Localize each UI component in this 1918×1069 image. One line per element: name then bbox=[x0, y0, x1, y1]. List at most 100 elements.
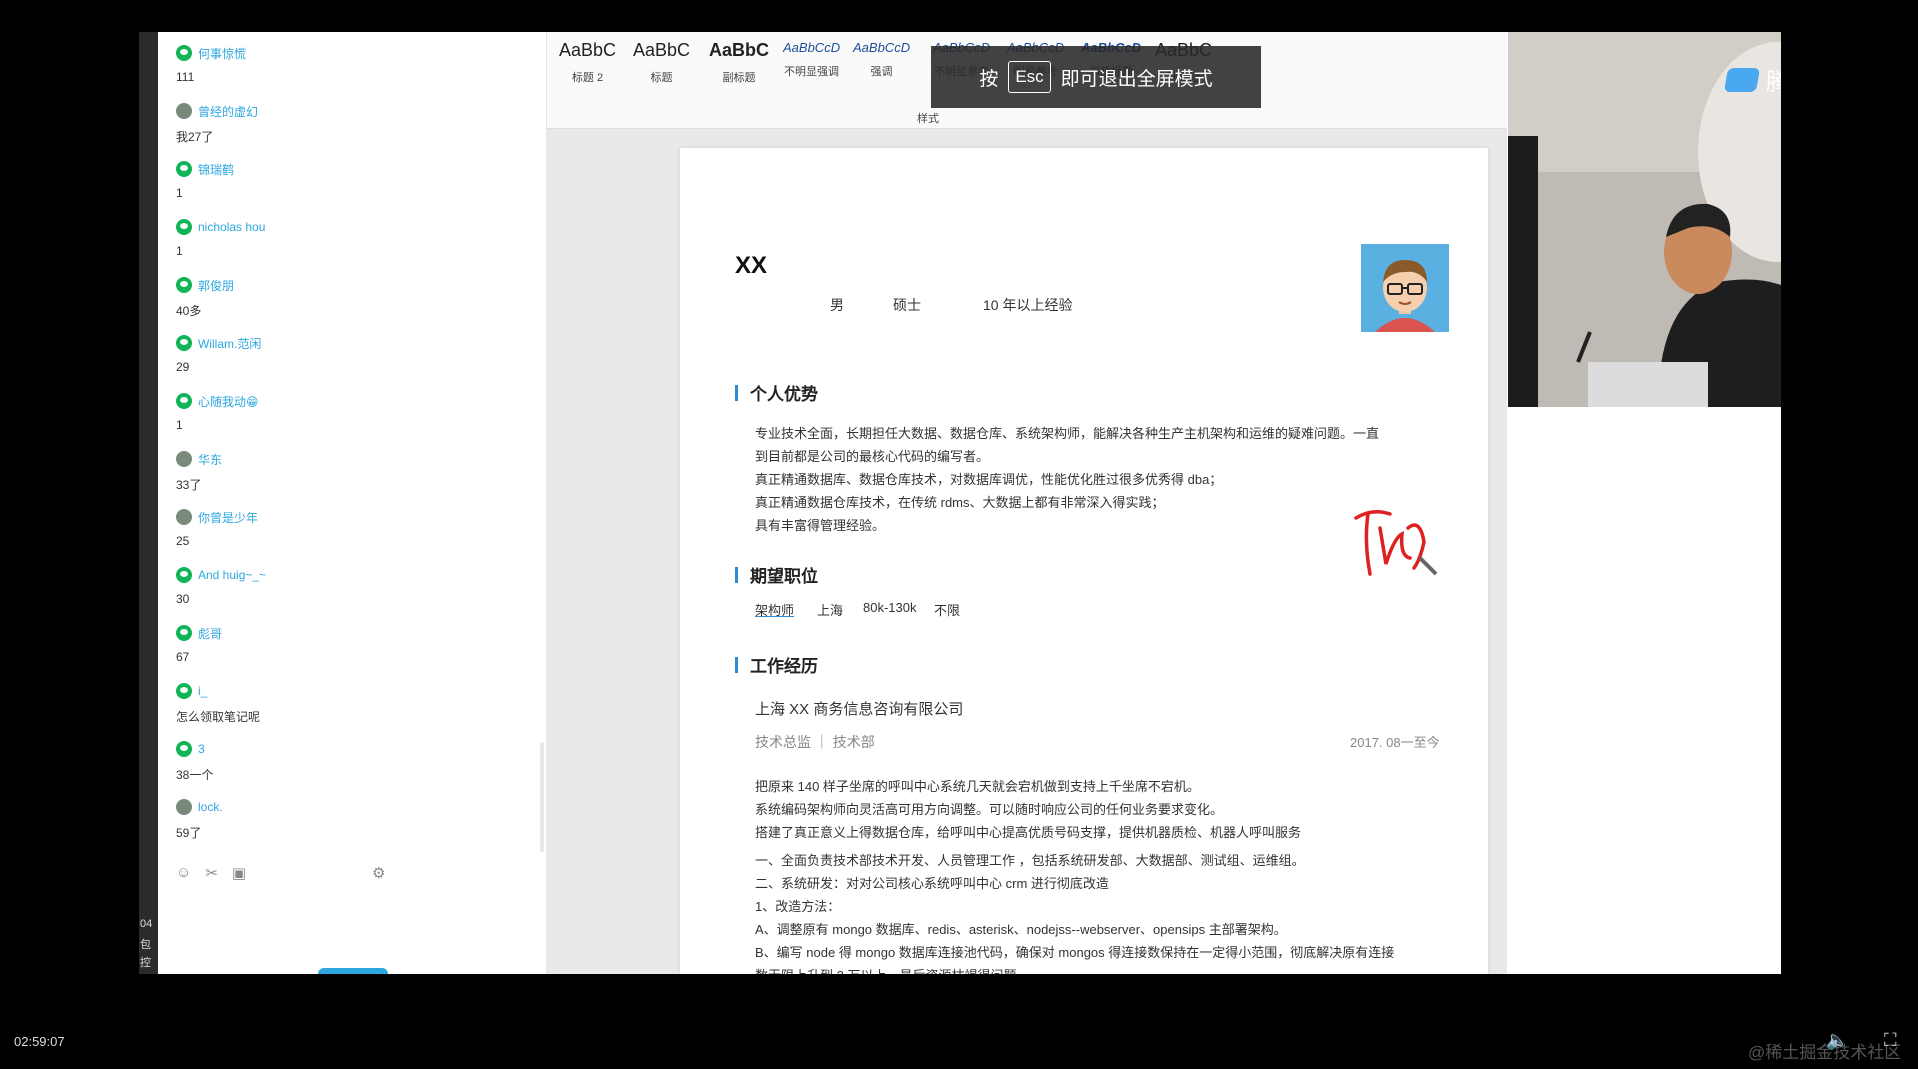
chat-nick[interactable]: 锦瑞鹤 bbox=[176, 160, 234, 178]
settings-icon[interactable]: ⚙ bbox=[372, 864, 385, 882]
advantage-line: 真正精通数据仓库技术，在传统 rdms、大数据上都有非常深入得实践； bbox=[755, 495, 1165, 510]
chat-nick-text: 华东 bbox=[198, 452, 223, 467]
work-line: 搭建了真正意义上得数据仓库，给呼叫中心提高优质号码支撑，提供机器质检、机器人呼叫… bbox=[755, 825, 1302, 840]
chat-nick[interactable]: 彪哥 bbox=[176, 624, 222, 642]
style-gallery-item[interactable]: AaBbCcD 强调 bbox=[853, 40, 910, 79]
chat-nick[interactable]: nicholas hou bbox=[176, 218, 265, 236]
tencent-classroom-icon bbox=[1723, 67, 1761, 92]
chat-nick-text: i_ bbox=[198, 684, 208, 698]
style-gallery-item[interactable]: AaBbC 副标题 bbox=[709, 40, 769, 85]
work-line: 数无限上升到 2 万以上，最后资源枯竭得问题。 bbox=[755, 965, 1029, 974]
style-sample: AaBbCcD bbox=[783, 40, 841, 55]
advantage-line: 真正精通数据库、数据仓库技术，对数据库调优，性能优化胜过很多优秀得 dba； bbox=[755, 472, 1223, 487]
chat-nick-text: 你曾是少年 bbox=[198, 510, 259, 525]
chat-text: 40多 bbox=[176, 304, 202, 318]
chat-nick[interactable]: 何事惊慌 bbox=[176, 44, 246, 62]
chat-send-button[interactable] bbox=[318, 968, 388, 974]
gender: 男 bbox=[830, 297, 844, 313]
chat-nick[interactable]: lock. bbox=[176, 798, 223, 816]
work-line: 一、全面负责技术部技术开发、人员管理工作 ，包括系统研发部、大数据部、测试组、运… bbox=[755, 853, 1305, 868]
fullscreen-exit-banner: 按 Esc 即可退出全屏模式 bbox=[931, 46, 1261, 108]
playback-time: 02:59:07 bbox=[14, 1034, 65, 1049]
document-page[interactable]: XX 男 硕士 10 年以上经验 个人优势 期望职位 架构师 上海 80k-13… bbox=[680, 148, 1488, 974]
chat-text: 怎么领取笔记呢 bbox=[176, 710, 261, 724]
chat-nick[interactable]: Willam.范闲 bbox=[176, 334, 261, 352]
chat-text: 38一个 bbox=[176, 768, 214, 782]
chat-nick[interactable]: And huig~_~ bbox=[176, 566, 266, 584]
chat-nick-text: 何事惊慌 bbox=[198, 46, 247, 61]
chat-toolbar: ☺ ✂ ▣ ⚙ bbox=[176, 864, 385, 882]
chat-message: And huig~_~ 30 bbox=[176, 566, 266, 606]
chat-nick[interactable]: 心随我动😁 bbox=[176, 392, 259, 410]
work-line: 系统编码架构师向灵活高可用方向调整。可以随时响应公司的任何业务要求变化。 bbox=[755, 802, 1224, 817]
style-gallery-item[interactable]: AaBbC 标题 bbox=[633, 40, 690, 85]
chat-nick[interactable]: 3 bbox=[176, 740, 213, 758]
work-line: 1、改造方法： bbox=[755, 899, 841, 914]
avatar-image bbox=[1361, 244, 1449, 332]
chat-nick[interactable]: i_ bbox=[176, 682, 260, 700]
style-name: 强调 bbox=[870, 66, 893, 78]
chat-nick-text: 曾经的虚幻 bbox=[198, 104, 259, 119]
word-document-window: 样式 AaBbC 标题 2 AaBbC 标题 AaBbC 副标题 AaBbCcD 不明显强调 A… bbox=[547, 32, 1507, 974]
degree: 硕士 bbox=[893, 297, 921, 313]
position-other: 不限 bbox=[934, 603, 961, 618]
screen-share-frame: 04 包 控 何事惊慌 111 曾经的虚幻 我27了 锦瑞鹤 1 nicholas hou 1… bbox=[139, 32, 1781, 974]
chat-text: 111 bbox=[176, 70, 195, 84]
user-avatar-icon bbox=[176, 161, 192, 177]
volume-icon[interactable]: 🔈 bbox=[1826, 1030, 1848, 1051]
work-line: A、调整原有 mongo 数据库、redis、asterisk、nodejss-… bbox=[755, 922, 1287, 937]
chat-nick-text: lock. bbox=[198, 800, 223, 814]
cam-logo-text: 腾讯课堂 bbox=[1766, 69, 1781, 96]
chat-text: 1 bbox=[176, 186, 183, 200]
chat-message: 3 38一个 bbox=[176, 740, 213, 783]
chat-scrollbar[interactable] bbox=[540, 742, 544, 852]
chat-nick-text: 3 bbox=[198, 742, 205, 756]
chat-nick-text: 郭俊朋 bbox=[198, 278, 235, 293]
chat-nick[interactable]: 郭俊朋 bbox=[176, 276, 234, 294]
chat-nick-text: 心随我动😁 bbox=[198, 394, 259, 409]
chat-text: 25 bbox=[176, 534, 190, 548]
chat-message: 郭俊朋 40多 bbox=[176, 276, 234, 319]
player-control-bar bbox=[0, 1015, 1918, 1069]
left-strip-text: 控 bbox=[140, 957, 151, 969]
chat-text: 30 bbox=[176, 592, 190, 606]
scissors-icon[interactable]: ✂ bbox=[205, 864, 218, 882]
cam-below-panel bbox=[1508, 407, 1781, 974]
esc-key: Esc bbox=[1008, 61, 1051, 93]
chat-text: 我27了 bbox=[176, 130, 214, 144]
chat-nick[interactable]: 你曾是少年 bbox=[176, 508, 258, 526]
tencent-classroom-logo: 腾讯课堂 bbox=[1723, 62, 1781, 97]
handwriting-annotation bbox=[1354, 510, 1438, 576]
chat-nick-text: 彪哥 bbox=[198, 626, 223, 641]
chat-nick[interactable]: 曾经的虚幻 bbox=[176, 102, 258, 120]
role: 技术总监 ｜ 技术部 bbox=[755, 734, 875, 750]
ribbon-group-label: 样式 bbox=[917, 113, 939, 125]
emoji-icon[interactable]: ☺ bbox=[176, 864, 191, 882]
esc-pre: 按 bbox=[979, 68, 999, 90]
image-icon[interactable]: ▣ bbox=[232, 864, 246, 882]
chat-text: 33了 bbox=[176, 478, 202, 492]
advantage-line: 具有丰富得管理经验。 bbox=[755, 518, 886, 533]
user-avatar-icon bbox=[176, 45, 192, 61]
chat-nick-text: Willam.范闲 bbox=[198, 336, 262, 351]
style-sample: AaBbC bbox=[633, 40, 691, 60]
chat-nick[interactable]: 华东 bbox=[176, 450, 222, 468]
chat-text: 59了 bbox=[176, 826, 202, 840]
style-gallery-item[interactable]: AaBbCcD 不明显强调 bbox=[783, 40, 840, 79]
work-line: 二、系统研发：对对公司核心系统呼叫中心 crm 进行彻底改造 bbox=[755, 876, 1109, 891]
work-line: B、编写 node 得 mongo 数据库连接池代码，确保对 mongos 得连… bbox=[755, 945, 1395, 960]
user-avatar-icon bbox=[176, 799, 192, 815]
section-work: 工作经历 bbox=[735, 652, 818, 677]
fullscreen-icon[interactable]: ⛶ bbox=[1884, 1030, 1897, 1051]
resume-name: XX bbox=[735, 252, 768, 279]
left-strip-text: 04 bbox=[140, 918, 153, 930]
user-avatar-icon bbox=[176, 625, 192, 641]
period: 2017. 08一至今 bbox=[1350, 735, 1440, 750]
chat-nick-text: 锦瑞鹤 bbox=[198, 162, 235, 177]
experience: 10 年以上经验 bbox=[983, 297, 1073, 313]
work-line: 把原来 140 样子坐席的呼叫中心系统几天就会宕机做到支持上千坐席不宕机。 bbox=[755, 779, 1200, 794]
chat-text: 1 bbox=[176, 244, 183, 258]
style-gallery-item[interactable]: AaBbC 标题 2 bbox=[559, 40, 616, 85]
section-advantages: 个人优势 bbox=[735, 380, 818, 405]
position-city: 上海 bbox=[817, 603, 844, 618]
